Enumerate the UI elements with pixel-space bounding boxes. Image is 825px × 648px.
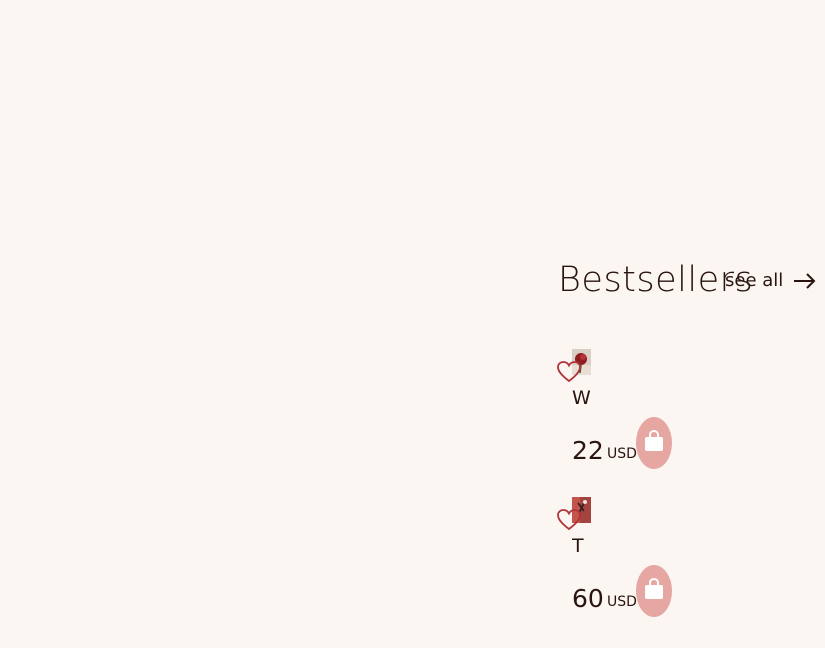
- product-currency: USD: [607, 446, 637, 462]
- product-name[interactable]: T: [572, 534, 594, 558]
- shopping-bag-icon: [643, 577, 665, 605]
- product-card[interactable]: W 22 USD: [556, 349, 676, 479]
- heart-icon[interactable]: [556, 507, 582, 533]
- add-to-cart-button[interactable]: [636, 565, 672, 617]
- see-all-link[interactable]: see all: [725, 270, 817, 291]
- section-title: Bestsellers: [558, 260, 754, 300]
- shopping-bag-icon: [643, 429, 665, 457]
- product-name[interactable]: W: [572, 386, 594, 410]
- product-currency: USD: [607, 594, 637, 610]
- arrow-right-icon: [793, 271, 817, 291]
- page: Bestsellers see all W 22 USD T 60 USD: [0, 0, 825, 648]
- product-card[interactable]: T 60 USD: [556, 497, 676, 627]
- see-all-label: see all: [725, 270, 784, 291]
- heart-icon[interactable]: [556, 359, 582, 385]
- product-price: 22: [572, 436, 604, 465]
- add-to-cart-button[interactable]: [636, 417, 672, 469]
- product-price: 60: [572, 584, 604, 613]
